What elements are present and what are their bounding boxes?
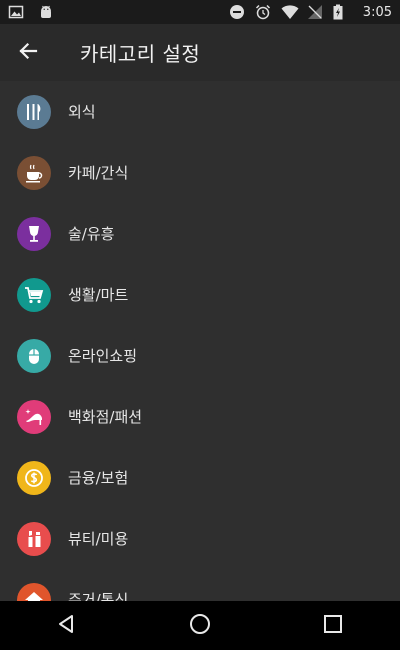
category-label: 술/유흥 xyxy=(68,225,115,243)
status-bar: 3:05 xyxy=(0,0,400,24)
list-item[interactable]: 외식 xyxy=(0,81,400,142)
system-nav-bar xyxy=(0,601,400,650)
category-label: 생활/마트 xyxy=(68,286,129,304)
wifi-icon xyxy=(281,4,299,20)
high-heel-icon xyxy=(17,399,51,434)
recents-square-icon xyxy=(323,614,343,638)
nav-back-button[interactable] xyxy=(37,601,97,650)
shopping-cart-icon xyxy=(17,277,51,312)
battery-charging-icon xyxy=(333,4,349,20)
list-item[interactable]: 생활/마트 xyxy=(0,264,400,325)
android-icon xyxy=(38,4,54,20)
lipstick-icon xyxy=(17,521,51,556)
category-list: 외식 카페/간식 술/유흥 생활/마트 온라인쇼핑 백화점/패션 금융/보험 뷰… xyxy=(0,81,400,601)
list-item[interactable]: 주거/통신 xyxy=(0,569,400,601)
nav-recents-button[interactable] xyxy=(303,601,363,650)
app-bar: 카테고리 설정 xyxy=(0,24,400,81)
image-icon xyxy=(8,4,24,20)
category-label: 금융/보험 xyxy=(68,469,129,487)
list-item[interactable]: 뷰티/미용 xyxy=(0,508,400,569)
list-item[interactable]: 금융/보험 xyxy=(0,447,400,508)
no-signal-icon xyxy=(307,4,323,20)
category-label: 카페/간식 xyxy=(68,164,129,182)
arrow-back-icon xyxy=(18,41,38,65)
home-circle-icon xyxy=(189,613,211,639)
list-item[interactable]: 백화점/패션 xyxy=(0,386,400,447)
category-label: 백화점/패션 xyxy=(68,408,143,426)
coffee-cup-icon xyxy=(17,155,51,190)
page-title: 카테고리 설정 xyxy=(80,42,201,66)
status-time: 3:05 xyxy=(362,4,392,20)
category-label: 주거/통신 xyxy=(68,591,129,601)
nav-home-button[interactable] xyxy=(170,601,230,650)
category-label: 온라인쇼핑 xyxy=(68,347,138,365)
list-item[interactable]: 술/유흥 xyxy=(0,203,400,264)
house-icon xyxy=(17,582,51,601)
back-triangle-icon xyxy=(57,614,77,638)
category-label: 뷰티/미용 xyxy=(68,530,129,548)
fork-knife-icon xyxy=(17,94,51,129)
list-item[interactable]: 카페/간식 xyxy=(0,142,400,203)
dollar-coin-icon xyxy=(17,460,51,495)
wine-glass-icon xyxy=(17,216,51,251)
mouse-icon xyxy=(17,338,51,373)
back-button[interactable] xyxy=(0,24,56,81)
category-label: 외식 xyxy=(68,103,96,121)
alarm-icon xyxy=(255,4,271,20)
do-not-disturb-icon xyxy=(229,4,245,20)
list-item[interactable]: 온라인쇼핑 xyxy=(0,325,400,386)
